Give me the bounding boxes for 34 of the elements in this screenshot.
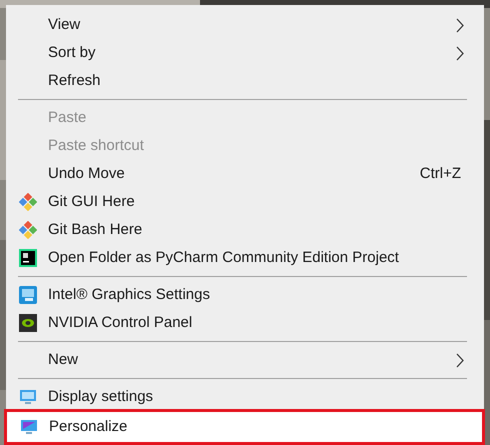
menu-item[interactable]: View [6, 11, 484, 39]
diamond-cluster-icon [19, 221, 37, 239]
menu-item[interactable]: Open Folder as PyCharm Community Edition Project [6, 244, 484, 272]
menu-item[interactable]: Git GUI Here [6, 188, 484, 216]
menu-item-label: Open Folder as PyCharm Community Edition Project [48, 248, 399, 268]
menu-item-label: Display settings [48, 386, 154, 407]
menu-item[interactable]: New [6, 346, 484, 374]
menu-item-label: Refresh [48, 70, 101, 91]
menu-item[interactable]: Personalize [4, 409, 485, 445]
menu-item[interactable]: Sort by [6, 39, 484, 67]
menu-item-label: Intel® Graphics Settings [48, 284, 210, 305]
menu-item[interactable]: NVIDIA Control Panel [6, 309, 484, 337]
menu-item-label: Git GUI Here [48, 192, 135, 212]
menu-item-label: NVIDIA Control Panel [48, 312, 192, 333]
menu-item[interactable]: Display settings [6, 383, 484, 411]
menu-item-label: New [48, 350, 78, 370]
monitor-icon [20, 418, 38, 436]
menu-item[interactable]: Undo Move Ctrl+Z [6, 160, 484, 188]
shortcut-label: Ctrl+Z [420, 164, 461, 184]
menu-item[interactable]: Git Bash Here [6, 216, 484, 244]
monitor-icon [19, 388, 37, 406]
menu-item[interactable]: Refresh [6, 67, 484, 95]
menu-item-label: Sort by [48, 42, 96, 63]
menu-item-label: Paste [48, 108, 86, 128]
pycharm-icon [19, 249, 37, 267]
monitor-tile-icon [19, 286, 37, 304]
menu-item-label: Personalize [49, 416, 128, 437]
menu-item-label: View [48, 14, 80, 35]
menu-item-label: Paste shortcut [48, 136, 144, 156]
eye-tile-icon [19, 314, 37, 332]
menu-item[interactable]: Intel® Graphics Settings [6, 281, 484, 309]
menu-item-label: Git Bash Here [48, 220, 142, 240]
diamond-cluster-icon [19, 193, 37, 211]
menu-item-label: Undo Move [48, 164, 125, 184]
